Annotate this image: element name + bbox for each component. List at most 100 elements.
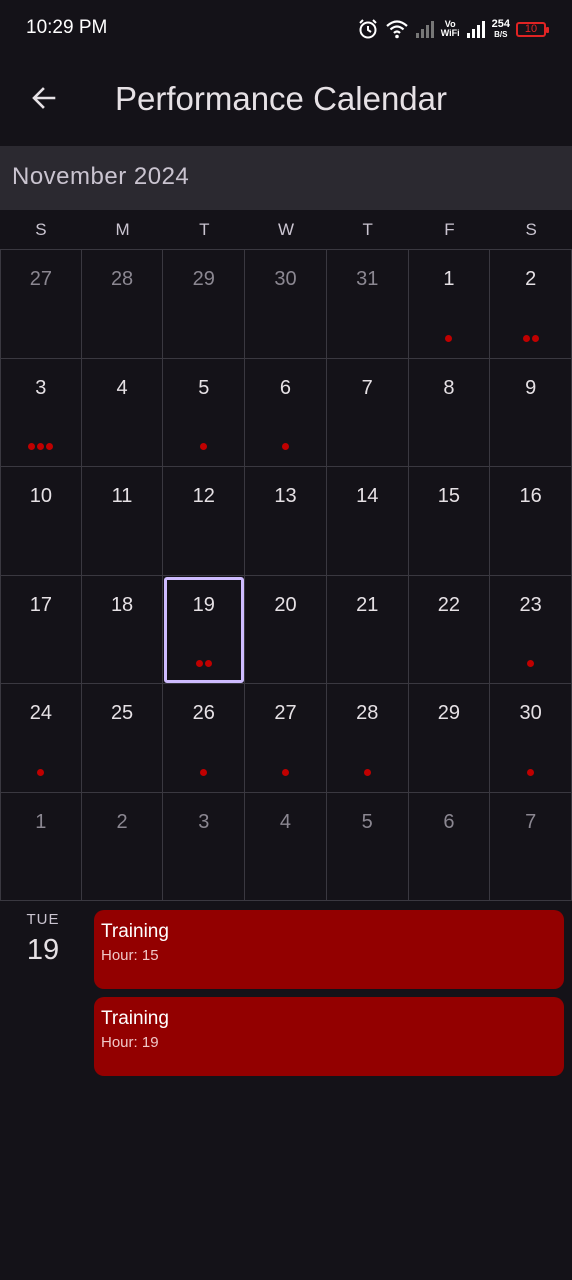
event-dot [281,768,289,776]
day-cell[interactable]: 28 [326,684,409,793]
event-hour: Hour: 15 [101,947,159,964]
day-number: 3 [198,810,210,833]
selected-weekday: TUE [26,911,60,928]
day-cell[interactable]: 27 [0,250,82,359]
day-cell[interactable]: 1 [408,250,491,359]
event-indicators [163,768,244,776]
day-number: 18 [110,593,134,616]
day-cell[interactable]: 6 [408,792,491,901]
event-dot [531,334,539,342]
month-header: November 2024 [0,146,572,210]
day-cell[interactable]: 27 [245,684,327,793]
day-cell[interactable]: 16 [490,467,572,576]
day-cell[interactable]: 12 [163,467,246,576]
day-number: 20 [274,593,297,616]
weekday-label: S [525,220,537,239]
day-cell[interactable]: 26 [163,684,246,793]
day-number: 4 [116,376,128,399]
day-cell[interactable]: 28 [81,250,164,359]
day-number: 5 [198,376,210,399]
event-dot [527,660,535,667]
day-number: 25 [110,702,134,724]
day-number: 12 [192,485,215,507]
day-cell[interactable]: 1 [0,792,82,901]
day-number: 16 [519,485,542,507]
status-bar: 10:29 PM Vo WiFi 254 B/S 10 [0,0,572,56]
day-number: 26 [192,702,215,724]
day-number: 2 [525,268,537,290]
day-number: 15 [437,485,461,507]
event-dot [200,443,208,450]
event-dot [28,443,36,450]
day-cell[interactable]: 3 [0,358,82,467]
day-cell[interactable]: 6 [245,358,327,467]
day-cell[interactable]: 8 [408,358,491,467]
day-cell[interactable]: 11 [81,467,164,576]
day-cell[interactable]: 24 [0,684,82,793]
day-cell[interactable]: 4 [81,358,164,467]
day-number: 22 [437,593,461,616]
day-cell[interactable]: 7 [326,358,409,467]
event-dot [46,443,54,450]
alarm-icon [357,18,379,40]
day-number: 28 [356,702,379,724]
event-card[interactable]: Training Hour: 15 [94,910,564,989]
day-cell[interactable]: 15 [408,467,491,576]
day-cell[interactable]: 10 [0,467,82,576]
day-cell[interactable]: 29 [163,250,246,359]
day-cell[interactable]: 2 [81,792,164,901]
event-hour: Hour: 19 [101,1034,159,1051]
day-cell[interactable]: 30 [245,250,327,359]
event-dot [37,768,45,776]
day-number: 2 [116,810,128,833]
day-cell[interactable]: 7 [490,792,572,901]
day-cell[interactable]: 17 [0,575,82,684]
day-cell[interactable]: 9 [490,358,572,467]
day-number: 30 [274,268,297,290]
event-title: Training [101,1008,169,1029]
back-button[interactable] [22,78,66,122]
day-number: 7 [525,810,537,833]
event-indicators [1,443,81,450]
battery-icon: 10 [516,21,549,37]
day-cell[interactable]: 29 [408,684,491,793]
event-dot [204,660,212,667]
day-number: 13 [274,485,297,507]
weekday-label: T [199,220,210,239]
day-cell[interactable]: 2 [490,250,572,359]
selected-day-number: 19 [26,934,60,966]
day-cell[interactable]: 13 [245,467,327,576]
day-number: 29 [192,268,215,290]
day-cell[interactable]: 5 [326,792,409,901]
day-cell[interactable]: 4 [245,792,327,901]
day-cell[interactable]: 20 [245,575,327,684]
day-cell[interactable]: 30 [490,684,572,793]
event-card[interactable]: Training Hour: 19 [94,997,564,1076]
wifi-icon [385,19,409,39]
day-number: 9 [525,376,537,399]
weekday-label: F [444,220,455,239]
day-cell[interactable]: 3 [163,792,246,901]
event-dot [522,334,530,342]
day-number: 10 [29,485,52,507]
day-cell[interactable]: 31 [326,250,409,359]
day-number: 31 [356,268,379,290]
day-number: 1 [443,268,455,290]
signal-icon [466,20,486,38]
day-cell[interactable]: 25 [81,684,164,793]
day-cell-selected[interactable]: 19 [163,575,246,684]
event-dot [445,334,453,342]
day-cell[interactable]: 23 [490,575,572,684]
event-indicators [245,443,326,450]
event-dot [281,443,289,450]
day-cell[interactable]: 14 [326,467,409,576]
day-cell[interactable]: 22 [408,575,491,684]
day-number: 8 [443,376,455,399]
day-cell[interactable]: 5 [163,358,246,467]
day-cell[interactable]: 18 [81,575,164,684]
event-title: Training [101,921,169,942]
day-cell[interactable]: 21 [326,575,409,684]
day-events-panel: TUE 19 Training Hour: 15 Training Hour: … [0,901,572,1280]
event-indicators [1,768,81,776]
calendar-grid: 27 28 29 30 31 1 2 3 4 5 6 7 8 9 10 11 12 13 14 15 16 17 18 19 2… [0,250,572,901]
